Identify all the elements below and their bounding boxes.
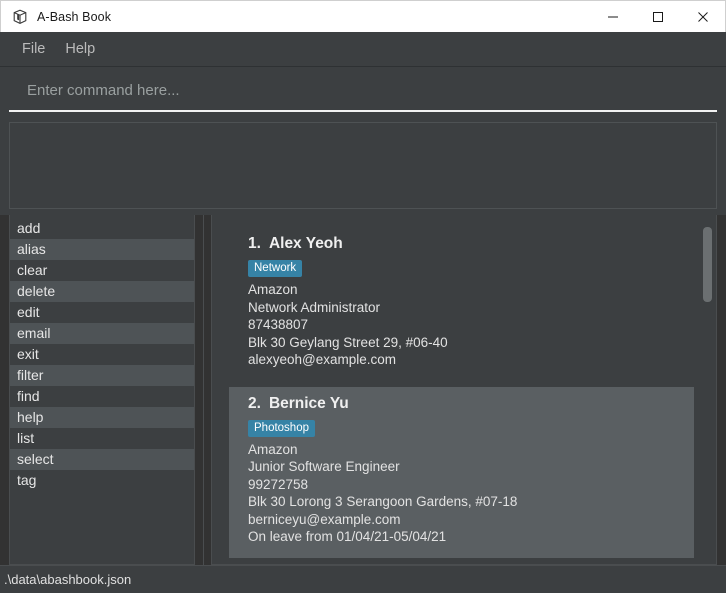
result-display-zone (0, 117, 726, 215)
contact-card-job: Network Administrator (248, 299, 381, 315)
contact-card[interactable]: 2. Bernice Yu Photoshop Amazon Junior Softwa… (229, 386, 694, 558)
status-bar-file-path: .\data\abashbook.json (4, 572, 132, 587)
contact-card[interactable]: 1. Alex Yeoh Network Amazon Network Administ… (229, 227, 694, 381)
contact-tag-badge: Photoshop (248, 419, 315, 437)
maximize-icon[interactable] (635, 1, 680, 32)
command-list: add alias clear delete edit email exit filter fi… (10, 215, 194, 491)
command-input-placeholder: Enter command here... (27, 82, 180, 99)
command-list-item[interactable]: find (10, 386, 194, 407)
contact-card-name: Bernice Yu (268, 394, 349, 412)
splitter-line (202, 215, 204, 565)
app-book-icon (9, 6, 31, 28)
menu-item-file[interactable]: File (12, 38, 55, 60)
close-icon[interactable] (680, 1, 725, 32)
contact-card-email: alexyeoh@example.com (248, 352, 397, 367)
command-input-zone: Enter command here... (0, 67, 726, 117)
contact-card-tags: Network (248, 258, 684, 281)
window-title: A-Bash Book (37, 9, 112, 24)
contact-card-company: Amazon (248, 441, 298, 457)
command-list-item[interactable]: clear (10, 260, 194, 281)
contact-card-email: berniceyu@example.com (248, 511, 401, 527)
command-list-item[interactable]: email (10, 323, 194, 344)
contact-tag-badge: Network (248, 260, 303, 277)
command-list-item[interactable]: help (10, 407, 194, 428)
minimize-icon[interactable] (590, 1, 635, 32)
contact-list-scrollbar-thumb[interactable] (703, 227, 712, 302)
contact-card-scroll: 1. Alex Yeoh Network Amazon Network Administ… (212, 215, 716, 564)
command-list-item[interactable]: list (10, 428, 194, 449)
menu-bar: File Help (0, 32, 726, 67)
command-list-item[interactable]: exit (10, 344, 194, 365)
contact-card-job: Junior Software Engineer (248, 459, 400, 474)
contact-card-company: Amazon (248, 282, 298, 297)
result-display (9, 122, 717, 209)
command-list-item[interactable]: tag (10, 470, 194, 491)
contact-list-panel: 1. Alex Yeoh Network Amazon Network Administ… (211, 215, 717, 565)
command-list-item[interactable]: edit (10, 302, 194, 323)
command-list-panel: add alias clear delete edit email exit filter fi… (9, 215, 195, 565)
command-list-item[interactable]: select (10, 449, 194, 470)
command-list-item[interactable]: alias (10, 239, 194, 260)
contact-card-index: 2. (248, 394, 261, 412)
command-list-item[interactable]: delete (10, 281, 194, 302)
contact-card-title: 2. Bernice Yu (248, 395, 684, 413)
command-list-item[interactable]: filter (10, 365, 194, 386)
command-list-item[interactable]: add (10, 218, 194, 239)
command-input[interactable]: Enter command here... (9, 71, 717, 112)
menu-item-help[interactable]: Help (55, 38, 105, 60)
contact-list-scrollbar[interactable] (703, 227, 712, 556)
contact-card-title: 1. Alex Yeoh (248, 235, 684, 253)
status-bar: .\data\abashbook.json (0, 565, 726, 593)
main-content: add alias clear delete edit email exit filter fi… (0, 215, 726, 565)
application-window: A-Bash Book File Help Enter command here… (0, 0, 726, 593)
panel-splitter[interactable] (195, 215, 211, 565)
contact-card-leave: On leave from 01/04/21-05/04/21 (248, 529, 447, 544)
title-bar: A-Bash Book (0, 0, 726, 32)
contact-card-phone: 87438807 (248, 317, 309, 332)
contact-card-address: Blk 30 Lorong 3 Serangoon Gardens, #07-1… (248, 494, 518, 509)
contact-card-name: Alex Yeoh (268, 235, 343, 252)
contact-card-address: Blk 30 Geylang Street 29, #06-40 (248, 334, 448, 350)
contact-card-tags: Photoshop (248, 418, 684, 441)
contact-card-phone: 99272758 (248, 476, 309, 492)
contact-card-index: 1. (248, 235, 261, 252)
